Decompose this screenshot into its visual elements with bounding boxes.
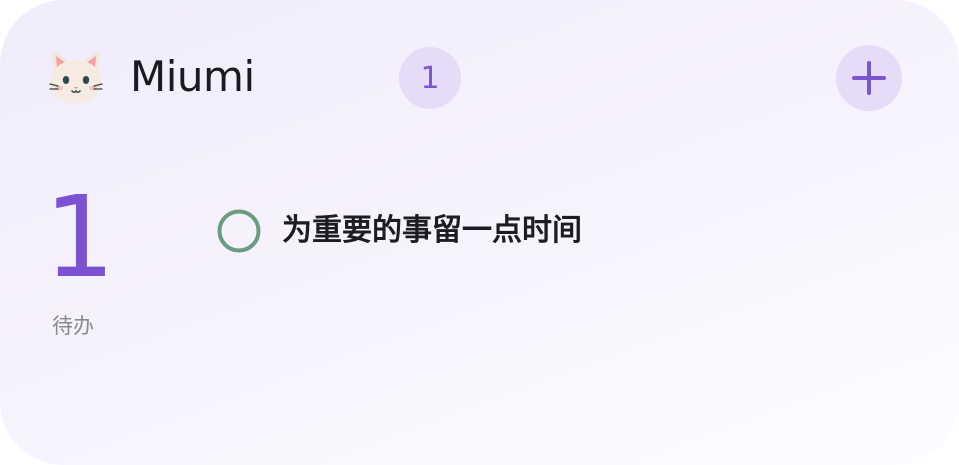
pending-count: 1 bbox=[44, 173, 116, 303]
cat-face-icon bbox=[49, 50, 103, 104]
pending-label: 待办 bbox=[52, 314, 94, 338]
plus-icon bbox=[852, 61, 886, 95]
empty-circle-icon[interactable] bbox=[216, 208, 262, 254]
task-text: 为重要的事留一点时间 bbox=[282, 213, 582, 248]
todo-count-badge: 1 bbox=[399, 47, 461, 109]
task-item[interactable]: 为重要的事留一点时间 bbox=[216, 207, 582, 255]
todo-widget: Miumi 1 1 待办 为重要的事留一点时间 bbox=[0, 0, 959, 465]
add-task-button[interactable] bbox=[836, 45, 902, 111]
app-title: Miumi bbox=[130, 52, 255, 101]
